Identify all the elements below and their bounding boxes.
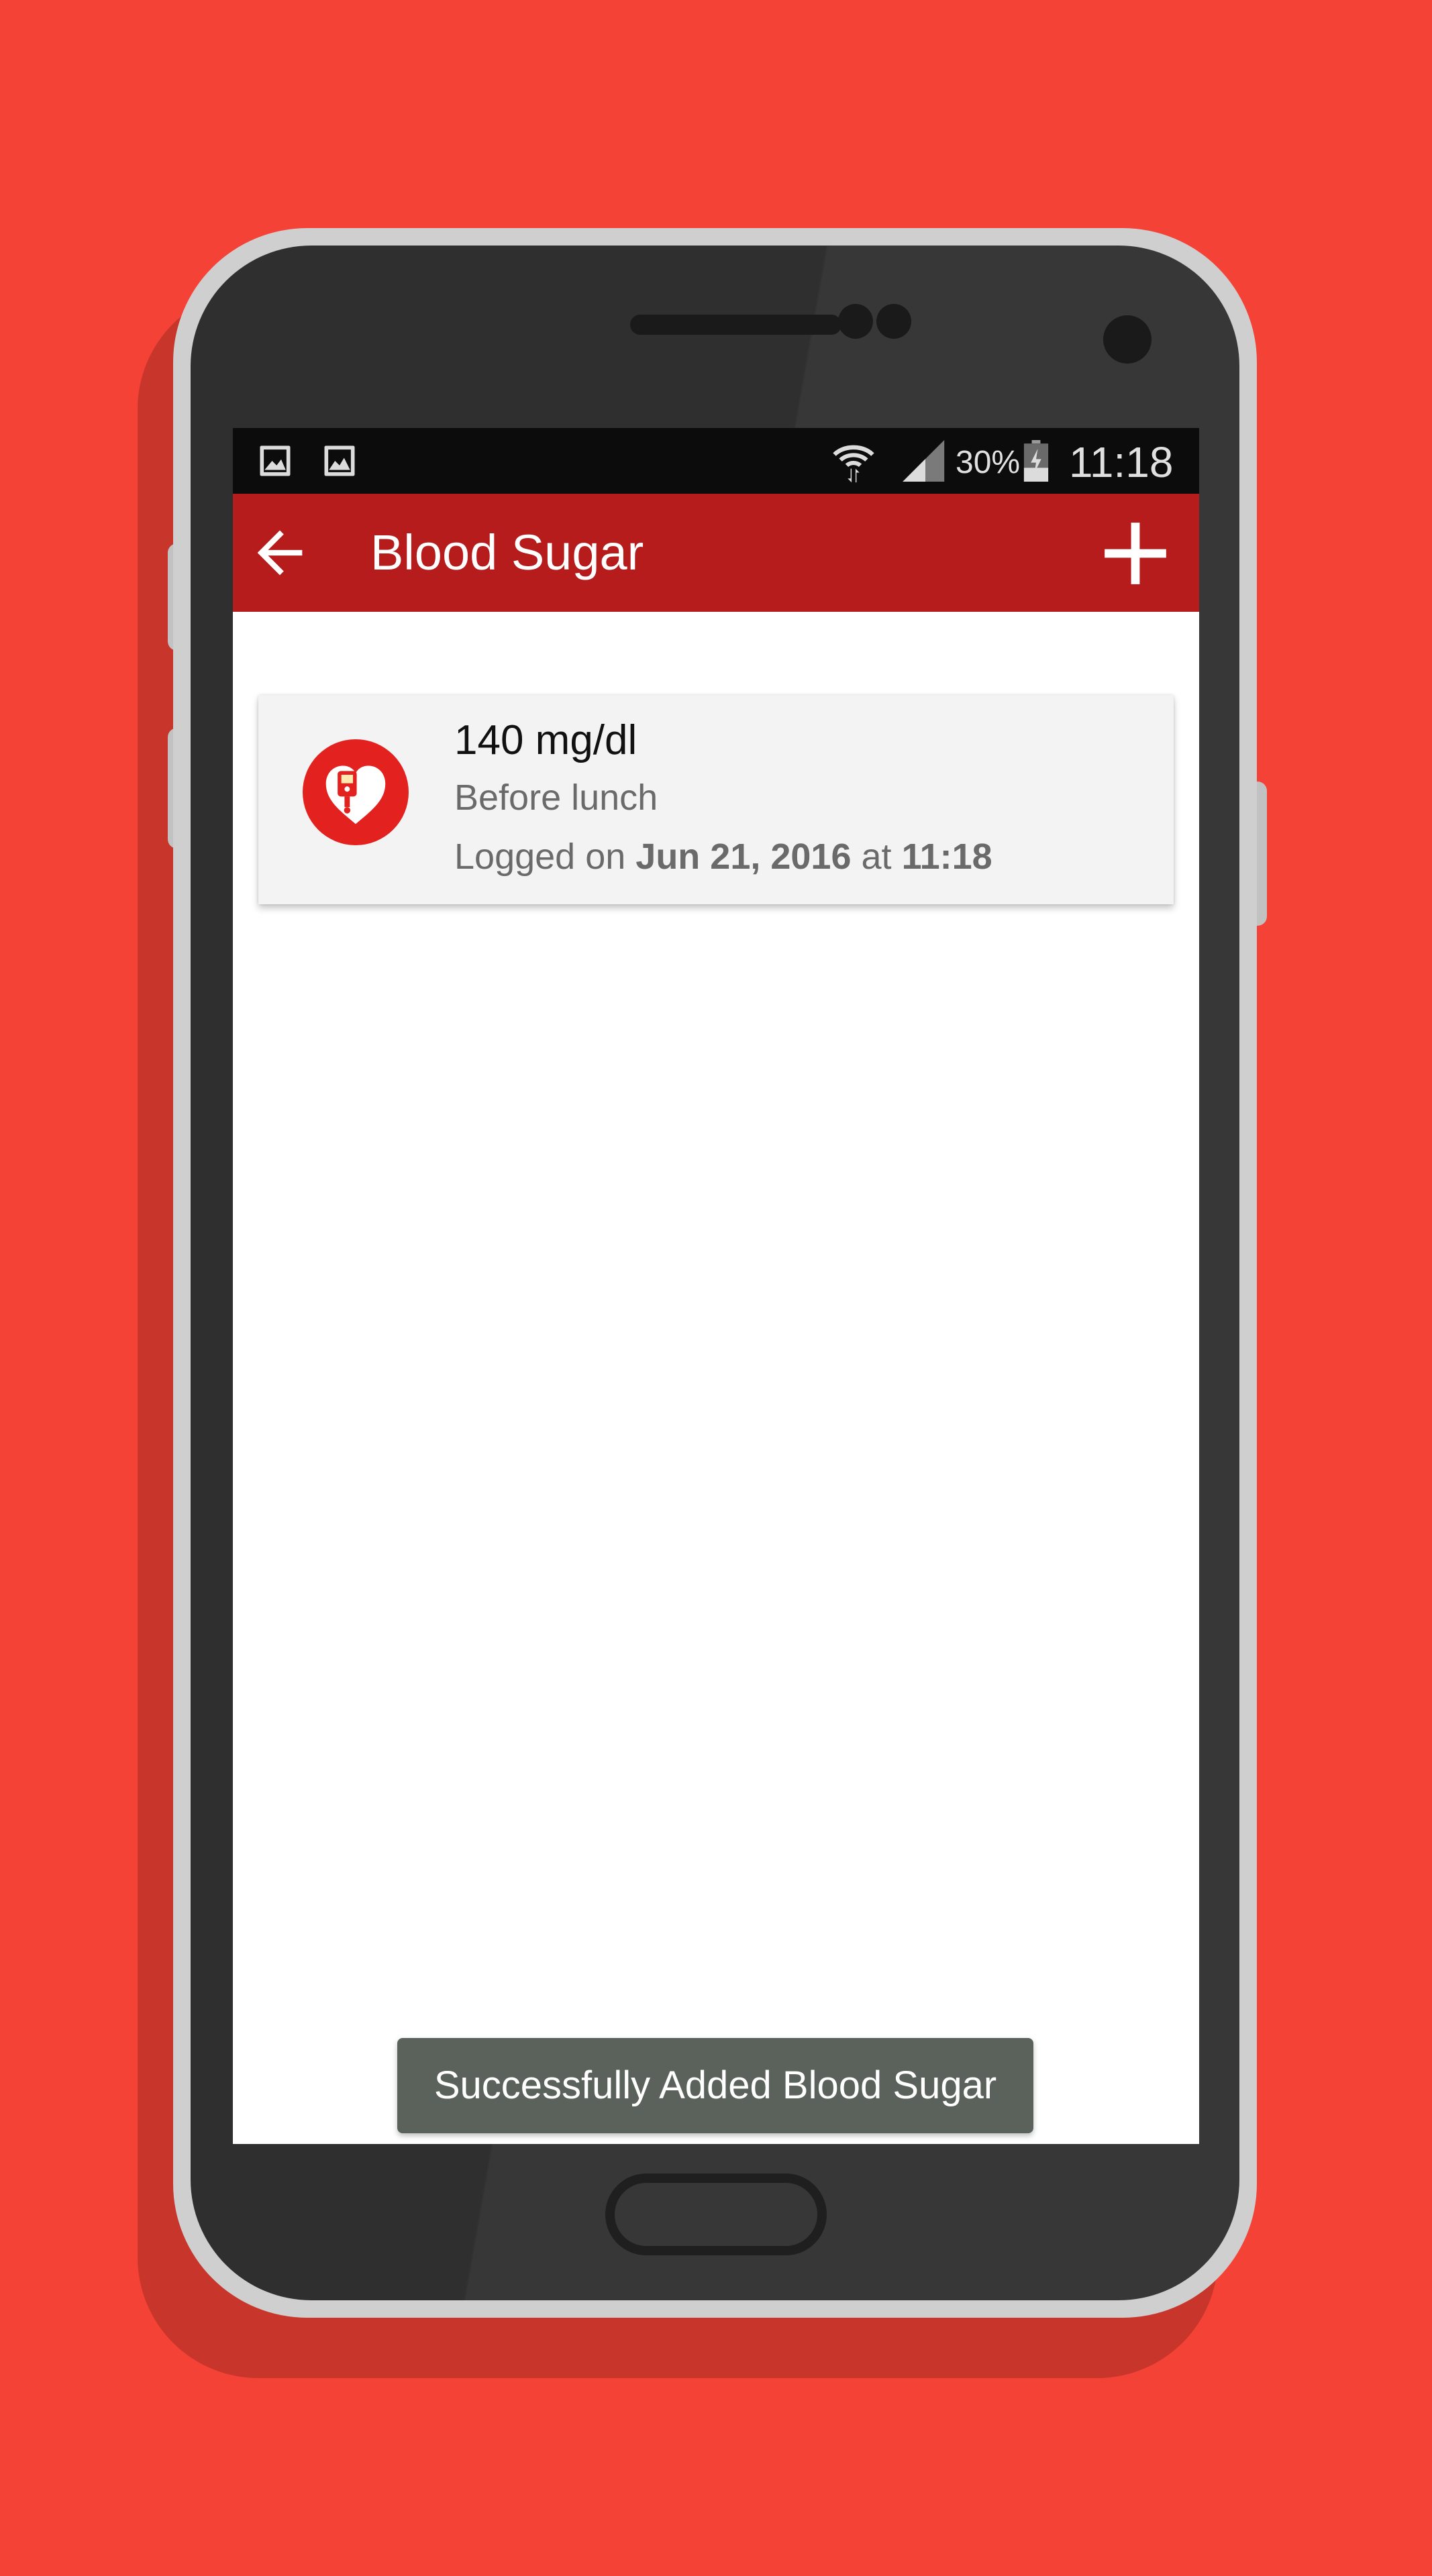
arrow-left-icon[interactable]: [246, 519, 313, 586]
wifi-icon: [833, 445, 874, 483]
front-camera: [1103, 315, 1152, 364]
page-title: Blood Sugar: [370, 525, 644, 580]
glucose-meter-heart-icon: [303, 739, 409, 845]
toast-message: Successfully Added Blood Sugar: [397, 2038, 1033, 2133]
logged-date: Jun 21, 2016: [635, 837, 852, 877]
phone-device: 30% 11:18 Blood Sugar 140 mg/dl Before l…: [173, 228, 1257, 2318]
battery-percentage: 30%: [956, 445, 1021, 480]
blood-sugar-entry-card[interactable]: 140 mg/dl Before lunch Logged on Jun 21,…: [258, 695, 1174, 904]
entry-value: 140 mg/dl: [454, 717, 637, 763]
plus-icon[interactable]: [1098, 517, 1172, 590]
entry-meal-timing: Before lunch: [454, 777, 658, 818]
logged-at: at: [861, 837, 892, 877]
status-bar: 30% 11:18: [233, 428, 1199, 494]
battery-charging-icon: [1023, 440, 1049, 482]
logged-time: 11:18: [901, 837, 992, 877]
signal-icon: [903, 440, 945, 482]
gallery-notification-icon: [260, 445, 291, 476]
home-button[interactable]: [605, 2174, 827, 2255]
proximity-sensor: [838, 304, 873, 339]
phone-bezel: 30% 11:18 Blood Sugar 140 mg/dl Before l…: [191, 246, 1239, 2300]
gallery-notification-icon: [324, 445, 355, 476]
logged-prefix: Logged on: [454, 837, 626, 877]
earpiece-speaker: [630, 315, 841, 335]
app-screen: 30% 11:18 Blood Sugar 140 mg/dl Before l…: [233, 428, 1199, 2144]
status-time: 11:18: [1069, 438, 1174, 486]
light-sensor: [876, 304, 911, 339]
entry-logged-info: Logged on Jun 21, 2016 at 11:18: [454, 836, 992, 877]
app-toolbar: Blood Sugar: [233, 494, 1199, 612]
